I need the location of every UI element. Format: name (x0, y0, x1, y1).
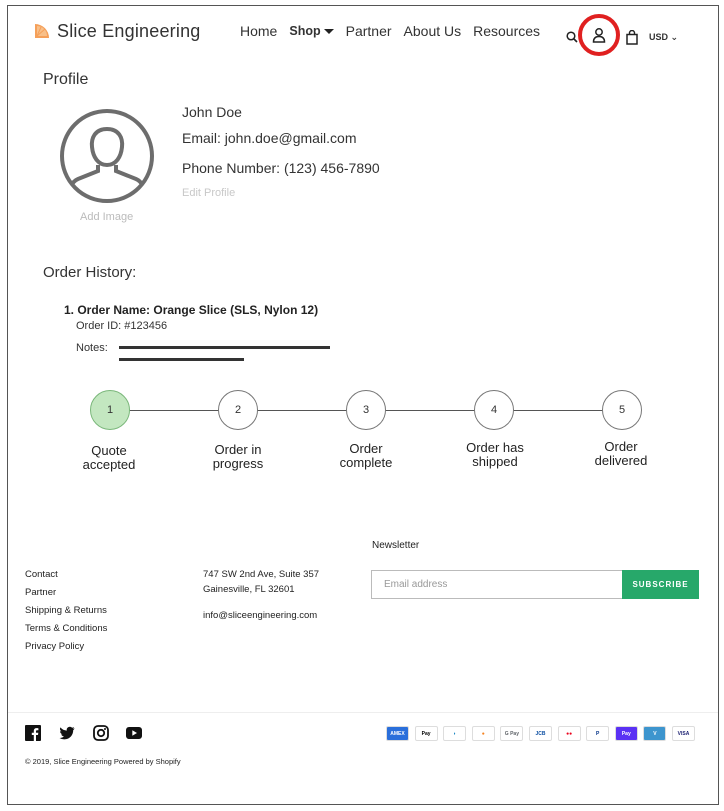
footer-link-privacy[interactable]: Privacy Policy (25, 641, 84, 652)
google-pay-icon: G Pay (500, 726, 524, 741)
copyright-text: © 2019, Slice Engineering Powered by Sho… (25, 757, 181, 766)
main-nav: Home Shop Partner About Us Resources (240, 23, 540, 39)
order-id: Order ID: #123456 (76, 320, 168, 332)
step-label-2: Order in progress (193, 443, 283, 471)
progress-step-5: 5 (602, 390, 642, 430)
progress-step-3: 3 (346, 390, 386, 430)
cart-icon[interactable] (623, 27, 641, 47)
avatar (58, 107, 156, 205)
nav-shop-label: Shop (289, 24, 321, 38)
instagram-icon[interactable] (93, 725, 109, 741)
subscribe-button[interactable]: SUBSCRIBE (622, 570, 699, 599)
order-notes-label: Notes: (76, 342, 108, 354)
step-label-line: shipped (472, 454, 518, 469)
footer-link-terms[interactable]: Terms & Conditions (25, 623, 107, 634)
step-label-line: progress (212, 456, 264, 471)
visa-icon: VISA (672, 726, 695, 741)
step-label-3: Order complete (321, 442, 411, 470)
footer-address-line-2: Gainesville, FL 32601 (203, 584, 295, 595)
profile-phone: Phone Number: (123) 456-7890 (182, 160, 380, 176)
orange-slice-icon (33, 23, 51, 41)
brand-logo[interactable]: Slice Engineering (33, 21, 201, 42)
profile-email: Email: john.doe@gmail.com (182, 130, 357, 146)
redacted-notes-line (119, 358, 244, 361)
footer-link-partner[interactable]: Partner (25, 587, 56, 598)
order-name: 1. Order Name: Orange Slice (SLS, Nylon … (64, 303, 319, 317)
amex-icon: AMEX (386, 726, 409, 741)
facebook-icon[interactable] (25, 725, 41, 741)
step-label-line: Order in (214, 442, 262, 457)
nav-shop[interactable]: Shop (289, 24, 334, 39)
account-icon[interactable] (578, 14, 620, 56)
footer-divider (8, 712, 718, 713)
shop-pay-icon: Pay (614, 726, 638, 741)
step-label-line: complete (339, 455, 393, 470)
nav-resources[interactable]: Resources (473, 23, 540, 39)
nav-home[interactable]: Home (240, 23, 277, 39)
footer-address-line-1: 747 SW 2nd Ave, Suite 357 (203, 569, 320, 580)
mastercard-icon: ●● (557, 726, 581, 741)
avatar-placeholder-icon (60, 109, 154, 203)
footer-link-shipping-returns[interactable]: Shipping & Returns (25, 605, 107, 616)
step-label-5: Order delivered (576, 440, 666, 468)
step-label-line: delivered (594, 453, 648, 468)
step-label-line: Order (349, 441, 383, 456)
profile-name: John Doe (182, 104, 242, 120)
caret-down-icon (323, 29, 334, 35)
newsletter-title: Newsletter (372, 540, 420, 551)
nav-about-us[interactable]: About Us (404, 23, 462, 39)
paypal-icon: P (586, 726, 610, 741)
step-label-line: Order has (466, 440, 524, 455)
progress-step-2: 2 (218, 390, 258, 430)
newsletter-email-input[interactable] (371, 570, 623, 599)
nav-partner[interactable]: Partner (346, 23, 392, 39)
header-icons: USD ⌄ (560, 14, 678, 56)
order-history-title: Order History: (43, 264, 137, 281)
currency-label: USD (649, 31, 669, 42)
step-label-line: Quote (91, 443, 127, 458)
progress-step-4: 4 (474, 390, 514, 430)
edit-profile-link[interactable]: Edit Profile (182, 187, 235, 199)
profile-title: Profile (43, 71, 89, 88)
redacted-notes-line (119, 346, 330, 349)
apple-pay-icon: Pay (414, 726, 438, 741)
venmo-icon: V (643, 726, 667, 741)
step-label-line: Order (604, 439, 638, 454)
step-label-4: Order has shipped (450, 441, 540, 469)
step-label-line: accepted (82, 457, 136, 472)
add-image-link[interactable]: Add Image (80, 211, 133, 223)
footer-email-link[interactable]: info@sliceengineering.com (203, 610, 317, 621)
jcb-icon: JCB (529, 726, 552, 741)
diners-club-icon: ◗ (443, 726, 467, 741)
step-label-1: Quote accepted (64, 444, 154, 472)
brand-name: Slice Engineering (57, 21, 201, 41)
currency-selector[interactable]: USD ⌄ (649, 32, 678, 43)
chevron-down-icon: ⌄ (670, 31, 679, 42)
twitter-icon[interactable] (59, 725, 75, 741)
progress-step-1: 1 (90, 390, 130, 430)
youtube-icon[interactable] (126, 725, 142, 741)
discover-icon: ● (471, 726, 495, 741)
footer-link-contact[interactable]: Contact (25, 569, 58, 580)
